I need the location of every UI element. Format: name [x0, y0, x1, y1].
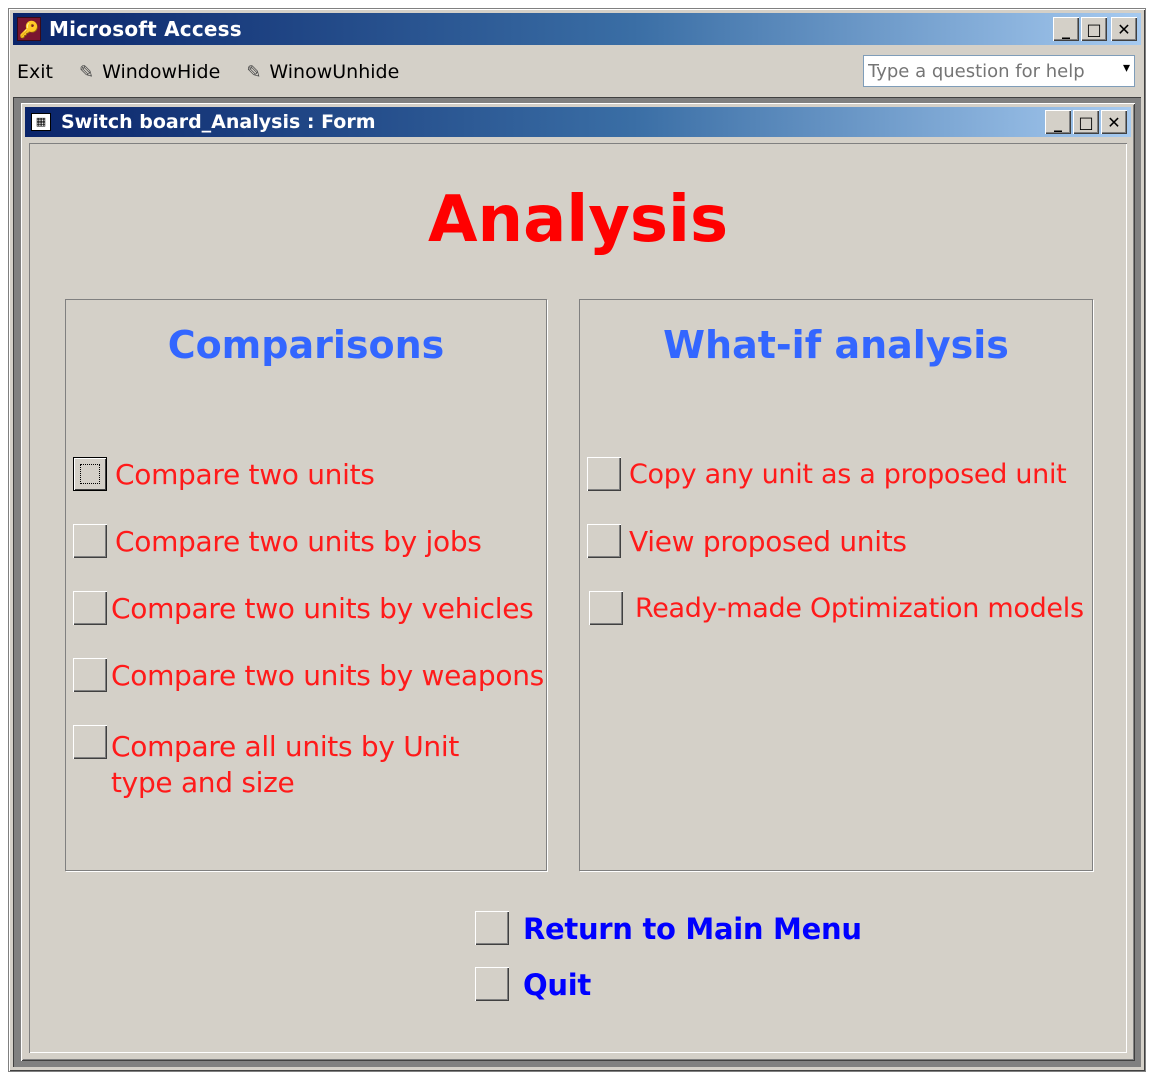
switch-item-label: Compare two units: [115, 458, 375, 491]
page-title: Analysis: [427, 183, 729, 257]
help-search-box[interactable]: ▾: [863, 55, 1135, 87]
switch-item-label: Compare two units by vehicles: [111, 592, 534, 625]
access-app-window: 🔑 Microsoft Access _ □ ✕ Exit ✎ WindowHi…: [8, 8, 1146, 1072]
access-key-icon[interactable]: 🔑: [17, 17, 41, 41]
macro-icon: ✎: [246, 61, 262, 83]
copy-unit-button[interactable]: [587, 457, 621, 491]
compare-all-units-button[interactable]: [73, 725, 107, 759]
compare-by-vehicles-button[interactable]: [73, 591, 107, 625]
form-maximize-button[interactable]: □: [1073, 110, 1099, 134]
return-main-menu-button[interactable]: [475, 911, 509, 945]
optimization-models-button[interactable]: [589, 591, 623, 625]
app-title: Microsoft Access: [49, 17, 242, 41]
app-minimize-button[interactable]: _: [1053, 17, 1079, 41]
mdi-client-area: ▦ Switch board_Analysis : Form _ □ ✕ Ana…: [13, 97, 1141, 1067]
form-minimize-button[interactable]: _: [1045, 110, 1071, 134]
switch-item-compare-by-weapons[interactable]: Compare two units by weapons: [73, 658, 544, 694]
switch-item-label: Compare two units by jobs: [115, 525, 482, 558]
app-maximize-button[interactable]: □: [1081, 17, 1107, 41]
macro-icon: ✎: [78, 61, 95, 83]
whatif-group: What-if analysis Copy any unit as a prop…: [579, 299, 1093, 871]
switch-item-label: Compare two units by weapons: [111, 659, 544, 692]
menu-exit[interactable]: Exit: [13, 61, 57, 83]
quit-label: Quit: [523, 968, 591, 1002]
switch-item-compare-by-jobs[interactable]: Compare two units by jobs: [73, 524, 482, 560]
menu-exit-label: Exit: [17, 61, 53, 83]
menu-winowunhide[interactable]: ✎ WinowUnhide: [242, 61, 403, 83]
switch-item-return-main[interactable]: Return to Main Menu: [475, 911, 862, 947]
form-icon[interactable]: ▦: [31, 113, 51, 131]
form-window: ▦ Switch board_Analysis : Form _ □ ✕ Ana…: [21, 103, 1135, 1061]
switch-item-copy-unit[interactable]: Copy any unit as a proposed unit: [587, 457, 1067, 493]
menu-windowhide-label: WindowHide: [102, 61, 221, 83]
chevron-down-icon[interactable]: ▾: [1123, 60, 1130, 76]
app-titlebar[interactable]: 🔑 Microsoft Access _ □ ✕: [13, 13, 1141, 45]
switch-item-view-proposed[interactable]: View proposed units: [587, 524, 907, 560]
app-close-button[interactable]: ✕: [1111, 17, 1137, 41]
switch-item-compare-all-units[interactable]: Compare all units by Unit type and size: [73, 725, 533, 801]
compare-by-jobs-button[interactable]: [73, 524, 107, 558]
quit-button[interactable]: [475, 967, 509, 1001]
compare-two-units-button[interactable]: [73, 457, 107, 491]
form-body: Analysis Comparisons Compare two units C…: [29, 143, 1127, 1053]
switch-item-label: Ready-made Optimization models: [635, 593, 1084, 624]
form-titlebar[interactable]: ▦ Switch board_Analysis : Form _ □ ✕: [25, 107, 1131, 137]
comparisons-title: Comparisons: [167, 323, 445, 367]
switch-item-quit[interactable]: Quit: [475, 967, 591, 1003]
switch-item-label: Copy any unit as a proposed unit: [629, 459, 1067, 490]
form-title: Switch board_Analysis : Form: [61, 111, 376, 133]
help-question-input[interactable]: [864, 59, 1110, 83]
compare-by-weapons-button[interactable]: [73, 658, 107, 692]
menu-windowhide[interactable]: ✎ WindowHide: [75, 61, 224, 83]
switch-item-compare-two-units[interactable]: Compare two units: [73, 457, 375, 493]
form-close-button[interactable]: ✕: [1101, 110, 1127, 134]
whatif-title: What-if analysis: [663, 323, 1009, 367]
switch-item-compare-by-vehicles[interactable]: Compare two units by vehicles: [73, 591, 534, 627]
return-main-menu-label: Return to Main Menu: [523, 912, 862, 946]
switch-item-optimization-models[interactable]: Ready-made Optimization models: [589, 591, 1084, 627]
view-proposed-button[interactable]: [587, 524, 621, 558]
switch-item-label: Compare all units by Unit type and size: [111, 730, 460, 799]
menubar: Exit ✎ WindowHide ✎ WinowUnhide ▾: [13, 53, 1141, 91]
comparisons-group: Comparisons Compare two units Compare tw…: [65, 299, 547, 871]
switch-item-label: View proposed units: [629, 525, 907, 558]
menu-winowunhide-label: WinowUnhide: [269, 61, 400, 83]
